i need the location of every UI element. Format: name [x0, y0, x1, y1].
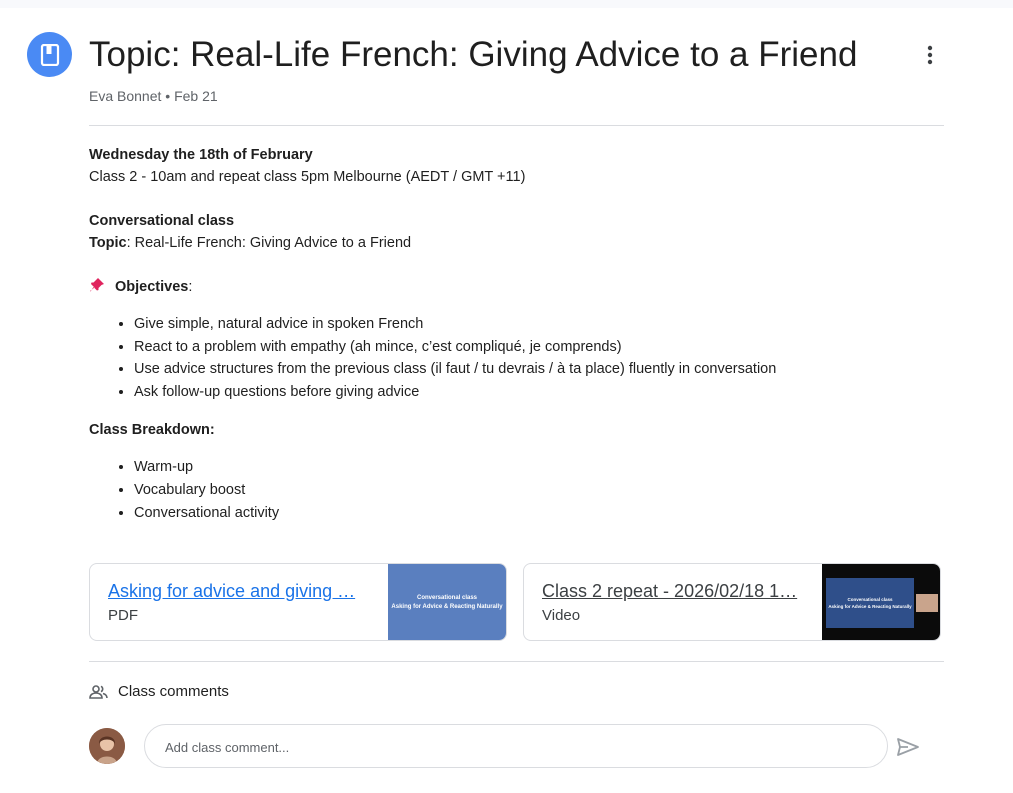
book-icon [40, 43, 59, 66]
video-slide-frame: Conversational class Asking for Advice &… [826, 578, 914, 628]
more-vert-icon [927, 45, 933, 65]
more-options-button[interactable] [914, 39, 946, 71]
objectives-list: Give simple, natural advice in spoken Fr… [89, 313, 949, 403]
send-icon [897, 738, 919, 756]
attachment-type: PDF [108, 607, 138, 624]
attachment-thumbnail: Conversational class Asking for Advice &… [388, 564, 506, 640]
post-type-icon [27, 32, 72, 77]
comments-divider [89, 661, 944, 662]
thumbnail-subheading: Asking for Advice & Reacting Naturally [828, 604, 912, 609]
send-comment-button[interactable] [894, 733, 922, 761]
topic-label: Topic [89, 235, 127, 251]
page-title: Topic: Real-Life French: Giving Advice t… [89, 35, 858, 74]
avatar [89, 728, 125, 764]
topic-value: : Real-Life French: Giving Advice to a F… [126, 235, 412, 251]
objectives-colon: : [188, 279, 193, 295]
pushpin-icon [90, 278, 104, 292]
class-comments-label: Class comments [118, 683, 229, 700]
list-item: Warm-up [134, 456, 949, 479]
list-item: Conversational activity [134, 502, 949, 525]
list-item: Ask follow-up questions before giving ad… [134, 381, 949, 404]
header-divider [89, 125, 944, 126]
breakdown-heading: Class Breakdown: [89, 422, 215, 439]
schedule-text: Class 2 - 10am and repeat class 5pm Melb… [89, 169, 526, 185]
attachment-type: Video [542, 607, 581, 624]
thumbnail-heading: Conversational class [416, 595, 478, 601]
top-band [0, 0, 1013, 8]
attachment-title[interactable]: Class 2 repeat - 2026/02/18 1… [542, 579, 804, 603]
list-item: React to a problem with empathy (ah minc… [134, 336, 949, 359]
list-item: Vocabulary boost [134, 479, 949, 502]
date-heading: Wednesday the 18th of February [89, 147, 313, 163]
list-item: Use advice structures from the previous … [134, 358, 949, 381]
attachment-video[interactable]: Class 2 repeat - 2026/02/18 1… Video Con… [523, 563, 941, 641]
post-body: Wednesday the 18th of February Class 2 -… [89, 144, 949, 524]
people-icon [89, 685, 108, 699]
objectives-label: Objectives [115, 279, 189, 295]
comment-input[interactable] [163, 725, 867, 769]
class-type: Conversational class [89, 213, 235, 229]
author-name: Eva Bonnet [89, 88, 162, 104]
objectives-heading: Objectives: [89, 276, 949, 298]
attachment-pdf[interactable]: Asking for advice and giving … PDF Conve… [89, 563, 507, 641]
breakdown-list: Warm-up Vocabulary boost Conversational … [89, 456, 949, 524]
list-item: Give simple, natural advice in spoken Fr… [134, 313, 949, 336]
post-date: Feb 21 [174, 88, 218, 104]
thumbnail-subheading: Asking for Advice & Reacting Naturally [391, 604, 503, 610]
meta-separator: • [165, 88, 171, 104]
topic-line: Topic: Real-Life French: Giving Advice t… [89, 232, 949, 254]
video-participant-tile [916, 594, 938, 612]
thumbnail-heading: Conversational class [847, 597, 893, 602]
attachment-thumbnail: Conversational class Asking for Advice &… [822, 564, 940, 640]
post-meta: Eva Bonnet • Feb 21 [89, 86, 218, 106]
comment-input-container[interactable] [144, 724, 888, 769]
avatar-image [89, 728, 125, 764]
attachment-title[interactable]: Asking for advice and giving … [108, 579, 370, 603]
